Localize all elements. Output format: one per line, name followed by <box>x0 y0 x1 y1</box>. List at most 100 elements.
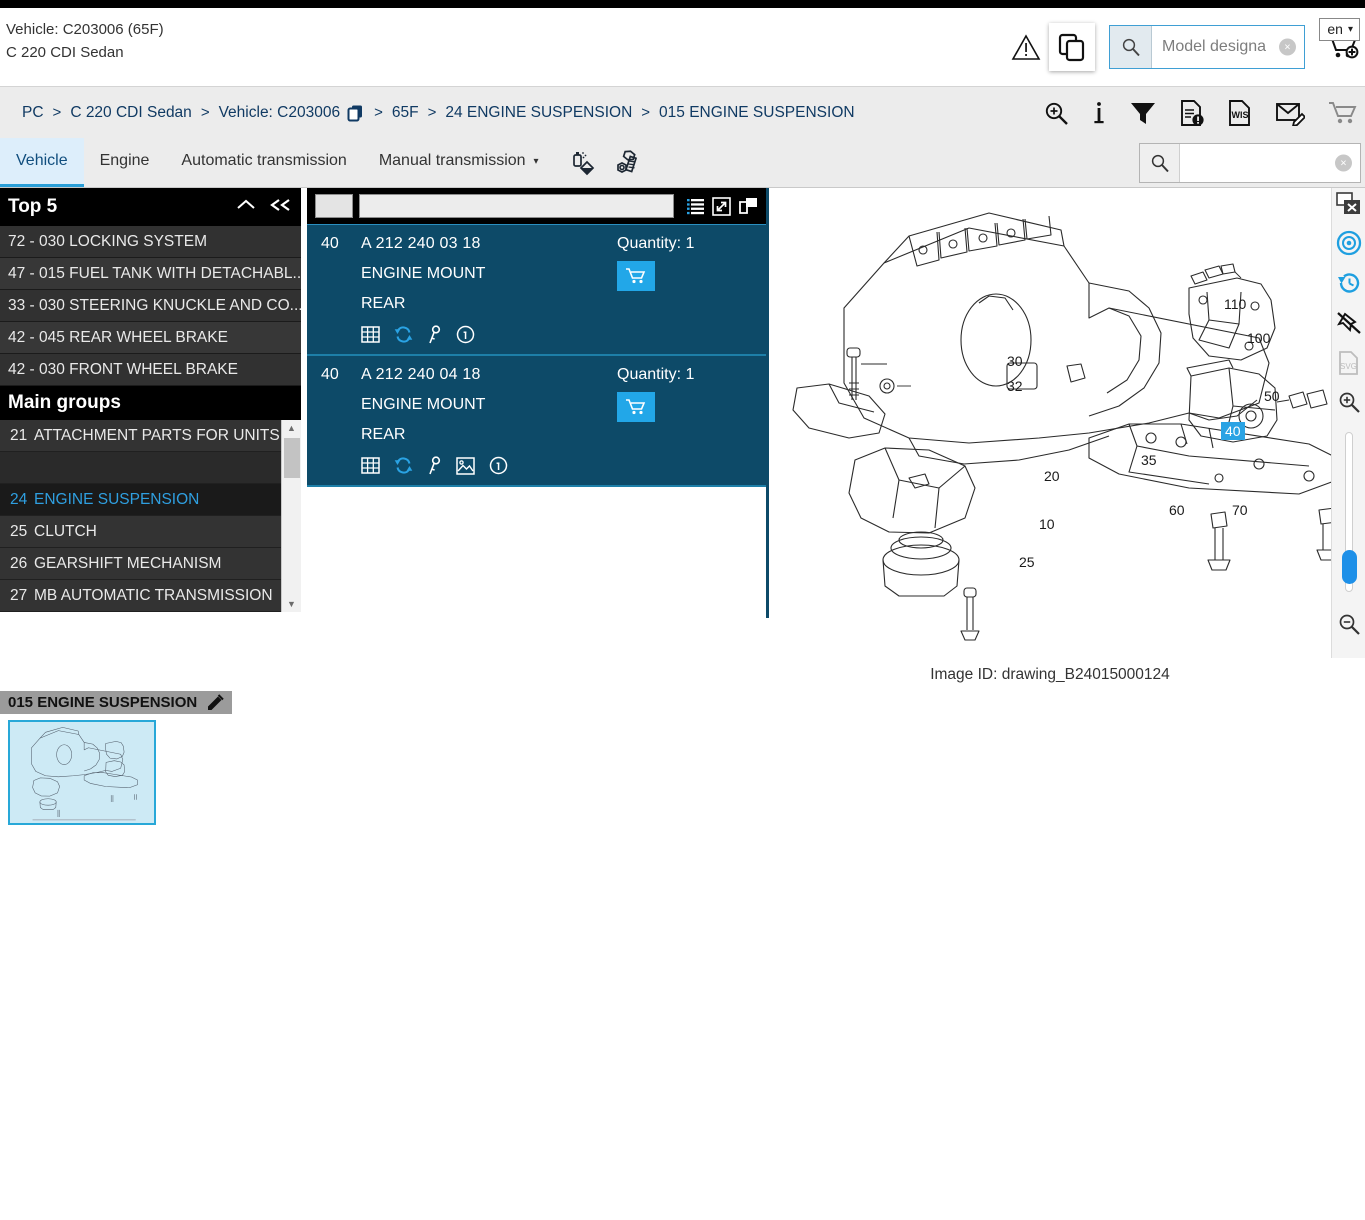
duplicate-window-icon[interactable] <box>738 197 759 216</box>
clear-search-icon[interactable]: × <box>1279 38 1296 56</box>
breadcrumb-item-model[interactable]: C 220 CDI Sedan <box>70 104 192 122</box>
copy-vehicle-icon[interactable] <box>347 104 365 122</box>
callout-32[interactable]: 32 <box>1007 378 1023 394</box>
zoom-slider-knob[interactable] <box>1341 550 1357 584</box>
unpin-icon[interactable] <box>1336 310 1362 336</box>
part-number[interactable]: A 212 240 04 18 <box>361 366 617 384</box>
part-card[interactable]: 40 A 212 240 04 18 ENGINE MOUNT REAR Qua… <box>307 356 767 487</box>
warning-triangle-icon[interactable] <box>1003 24 1049 70</box>
callout-20[interactable]: 20 <box>1044 468 1060 484</box>
expand-fullscreen-icon[interactable] <box>712 196 731 216</box>
tab-manual-transmission[interactable]: Manual transmission ▾ <box>363 138 555 187</box>
main-group-item-24[interactable]: 24 ENGINE SUSPENSION <box>0 484 301 516</box>
zoom-in-icon[interactable] <box>1337 390 1361 414</box>
callout-30[interactable]: 30 <box>1007 353 1023 369</box>
info-circle-icon[interactable] <box>489 456 508 475</box>
add-part-to-cart-button[interactable] <box>617 261 655 291</box>
key-icon[interactable] <box>427 325 442 344</box>
fastener-bolt-icon[interactable] <box>615 149 643 177</box>
engine-suspension-drawing[interactable] <box>789 188 1365 658</box>
image-icon[interactable] <box>456 456 475 475</box>
document-alert-icon[interactable] <box>1179 99 1205 127</box>
zoom-out-icon[interactable] <box>1337 612 1361 636</box>
callout-40[interactable]: 40 <box>1221 422 1245 440</box>
scroll-down-icon[interactable]: ▼ <box>282 596 301 612</box>
top5-item-0[interactable]: 72 - 030 LOCKING SYSTEM <box>0 226 301 258</box>
main-groups-title: Main groups <box>8 392 121 413</box>
replace-refresh-icon[interactable] <box>394 325 413 344</box>
callout-70[interactable]: 70 <box>1232 502 1248 518</box>
parts-search-box[interactable]: × <box>1139 143 1361 183</box>
part-number[interactable]: A 212 240 03 18 <box>361 235 617 253</box>
engine-suspension-thumbnail[interactable] <box>8 720 156 825</box>
breadcrumb-item-current[interactable]: 015 ENGINE SUSPENSION <box>659 104 855 122</box>
tab-automatic-transmission[interactable]: Automatic transmission <box>165 138 362 187</box>
shopping-cart-icon[interactable] <box>1327 100 1357 126</box>
scrollbar-thumb[interactable] <box>284 438 300 478</box>
replace-refresh-icon[interactable] <box>394 456 413 475</box>
parts-position-filter[interactable] <box>315 194 353 218</box>
main-group-label: ENGINE SUSPENSION <box>34 490 200 508</box>
add-part-to-cart-button[interactable] <box>617 392 655 422</box>
edit-pencil-icon[interactable] <box>207 694 224 711</box>
wis-document-icon[interactable]: WIS <box>1227 99 1253 127</box>
main-group-item-21[interactable]: 21 ATTACHMENT PARTS FOR UNITS <box>0 420 301 452</box>
top5-item-4[interactable]: 42 - 030 FRONT WHEEL BRAKE <box>0 354 301 386</box>
main-group-item-26[interactable]: 26 GEARSHIFT MECHANISM <box>0 548 301 580</box>
chevron-up-icon[interactable] <box>235 197 257 218</box>
double-chevron-left-icon[interactable] <box>269 197 293 218</box>
top5-item-1[interactable]: 47 - 015 FUEL TANK WITH DETACHABL... <box>0 258 301 290</box>
mail-edit-icon[interactable] <box>1275 100 1305 126</box>
vehicle-id-line: Vehicle: C203006 (65F) <box>6 21 164 38</box>
list-view-icon[interactable] <box>686 197 705 216</box>
filter-icon[interactable] <box>1129 100 1157 126</box>
key-icon[interactable] <box>427 456 442 475</box>
callout-100[interactable]: 100 <box>1247 330 1270 346</box>
part-card[interactable]: 40 A 212 240 03 18 ENGINE MOUNT REAR Qua… <box>307 224 767 356</box>
breadcrumb-item-pc[interactable]: PC <box>22 104 44 122</box>
tab-vehicle[interactable]: Vehicle <box>0 138 84 187</box>
search-icon[interactable] <box>1140 144 1180 182</box>
callout-25[interactable]: 25 <box>1019 554 1035 570</box>
search-icon[interactable] <box>1110 26 1152 68</box>
zoom-in-icon[interactable] <box>1043 100 1069 126</box>
thumbnail-section: 015 ENGINE SUSPENSION <box>0 691 233 825</box>
parts-text-filter[interactable] <box>359 194 674 218</box>
table-grid-icon[interactable] <box>361 326 380 343</box>
part-quantity: Quantity: 1 <box>617 235 695 252</box>
callout-60[interactable]: 60 <box>1169 502 1185 518</box>
close-window-icon[interactable] <box>1335 192 1362 216</box>
drawing-stage[interactable]: 110 100 30 32 50 40 35 20 60 70 10 25 <box>769 188 1340 658</box>
main-group-item-27[interactable]: 27 MB AUTOMATIC TRANSMISSION <box>0 580 301 612</box>
clear-parts-search-icon[interactable]: × <box>1335 154 1352 172</box>
table-grid-icon[interactable] <box>361 457 380 474</box>
paint-spray-icon[interactable] <box>569 149 597 177</box>
main-groups-scrollbar[interactable]: ▲ ▼ <box>281 420 301 612</box>
info-icon[interactable] <box>1091 100 1107 126</box>
scroll-up-icon[interactable]: ▲ <box>282 420 301 436</box>
zoom-slider[interactable] <box>1341 432 1357 592</box>
callout-10[interactable]: 10 <box>1039 516 1055 532</box>
language-selector[interactable]: en ▾ <box>1319 18 1360 41</box>
copy-documents-icon[interactable] <box>1049 23 1095 71</box>
callout-110[interactable]: 110 <box>1224 296 1246 312</box>
breadcrumb: PC > C 220 CDI Sedan > Vehicle: C203006 … <box>22 104 855 122</box>
model-search-input[interactable]: Model designa × <box>1152 26 1304 68</box>
top5-item-3[interactable]: 42 - 045 REAR WHEEL BRAKE <box>0 322 301 354</box>
main-group-item-25[interactable]: 25 CLUTCH <box>0 516 301 548</box>
svg-text:WIS: WIS <box>1232 110 1249 120</box>
breadcrumb-item-vehicle[interactable]: Vehicle: C203006 <box>219 104 341 122</box>
model-search-box[interactable]: Model designa × <box>1109 25 1305 69</box>
main-group-num: 26 <box>10 554 28 572</box>
breadcrumb-item-65f[interactable]: 65F <box>392 104 419 122</box>
callout-50[interactable]: 50 <box>1264 388 1280 404</box>
breadcrumb-item-group[interactable]: 24 ENGINE SUSPENSION <box>445 104 632 122</box>
top5-header: Top 5 <box>0 188 301 226</box>
top5-item-2[interactable]: 33 - 030 STEERING KNUCKLE AND CO... <box>0 290 301 322</box>
center-target-icon[interactable] <box>1336 230 1362 256</box>
info-circle-icon[interactable] <box>456 325 475 344</box>
callout-35[interactable]: 35 <box>1141 452 1157 468</box>
reset-history-icon[interactable] <box>1336 270 1362 296</box>
tab-engine[interactable]: Engine <box>84 138 166 187</box>
parts-search-input[interactable]: × <box>1180 144 1360 182</box>
